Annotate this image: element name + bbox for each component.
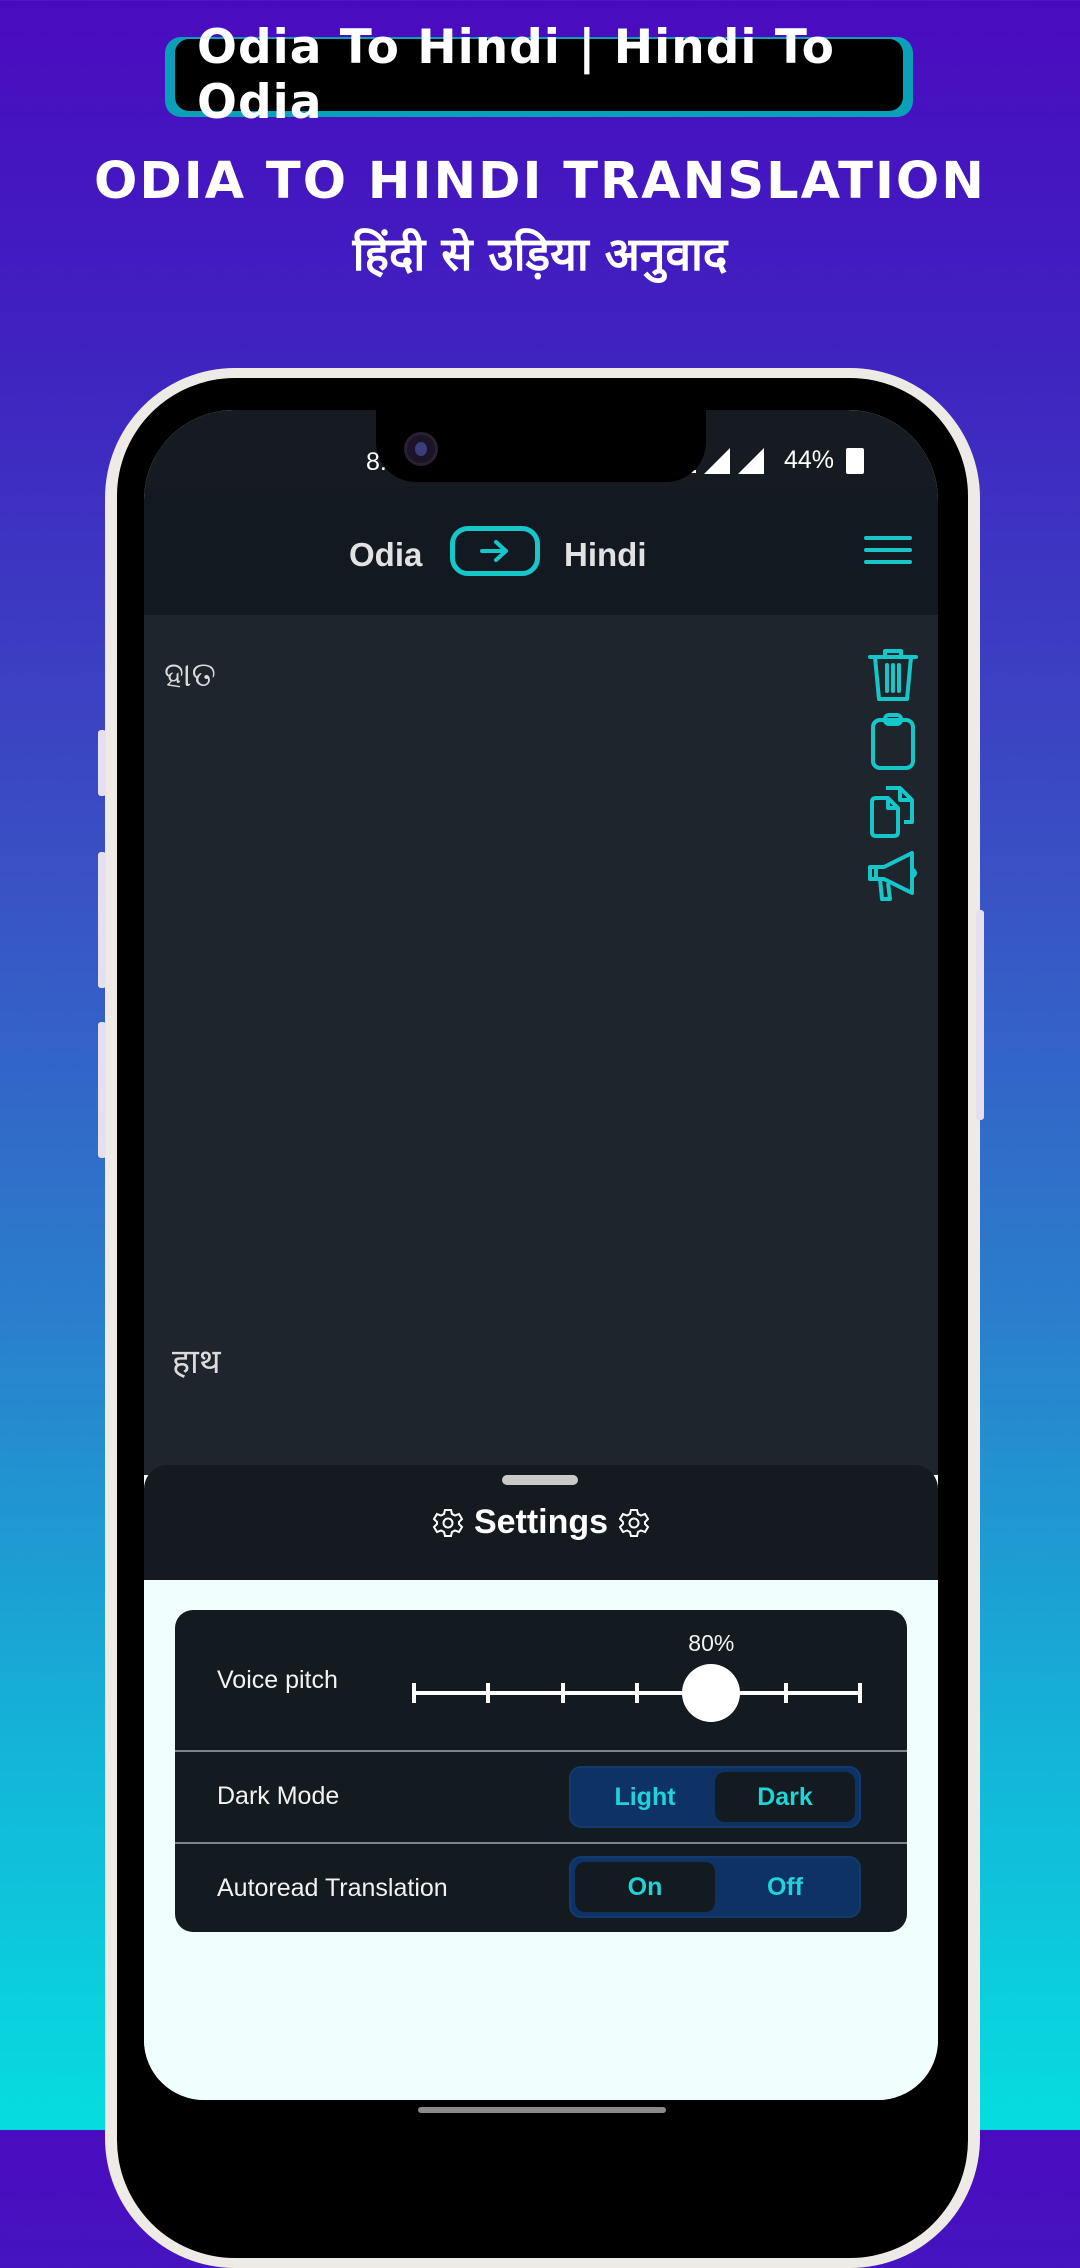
battery-icon — [846, 447, 865, 474]
settings-title-text: Settings — [473, 1503, 609, 1541]
source-text-input[interactable]: ହାତ — [164, 655, 216, 695]
autoread-option-off[interactable]: Off — [715, 1862, 855, 1912]
status-icons: 44% — [684, 446, 865, 475]
copy-icon — [870, 786, 914, 838]
swap-languages-button[interactable] — [450, 526, 540, 576]
home-indicator[interactable] — [418, 2107, 666, 2113]
app-header: Odia Hindi — [144, 490, 938, 615]
battery-percent: 44% — [784, 446, 835, 474]
source-language-button[interactable]: Odia — [349, 536, 422, 574]
megaphone-icon — [868, 851, 917, 901]
promo-subheadline: हिंदी से उड़िया अनुवाद — [352, 227, 728, 281]
target-language-button[interactable]: Hindi — [564, 536, 646, 574]
clipboard-icon — [871, 713, 915, 770]
voice-pitch-slider[interactable] — [412, 1664, 862, 1722]
signal-icon — [704, 447, 730, 474]
settings-card: Voice pitch 80% Dark Mode Light Dark Aut… — [175, 1610, 907, 1932]
phone-screen: 8. 44% Odia Hindi ହାତ हाथ Settings Voice… — [144, 410, 938, 2100]
slider-tick — [635, 1683, 639, 1703]
settings-title: Settings — [144, 1503, 938, 1542]
autoread-row: Autoread Translation On Off — [175, 1844, 907, 1932]
promo-headline: ODIA TO HINDI TRANSLATION — [94, 152, 986, 211]
copy-button[interactable] — [866, 780, 920, 840]
hamburger-menu-icon[interactable] — [864, 536, 912, 566]
slider-tick — [858, 1683, 862, 1703]
slider-tick — [412, 1683, 416, 1703]
translation-area: ହାତ हाथ — [144, 615, 938, 1475]
slider-tick — [783, 1683, 788, 1703]
autoread-toggle: On Off — [569, 1856, 861, 1918]
arrow-right-icon — [480, 540, 508, 562]
status-bar: 8. 44% — [144, 410, 938, 490]
signal-icon — [738, 447, 764, 474]
paste-button[interactable] — [866, 712, 920, 772]
autoread-label: Autoread Translation — [217, 1874, 448, 1902]
drag-handle[interactable] — [502, 1475, 578, 1485]
slider-tick — [486, 1683, 491, 1703]
dark-mode-toggle: Light Dark — [569, 1766, 861, 1828]
autoread-option-on[interactable]: On — [575, 1862, 715, 1912]
voice-pitch-value: 80% — [688, 1630, 735, 1656]
front-camera — [404, 432, 438, 466]
gear-icon — [432, 1508, 464, 1537]
app-title-banner: Odia To Hindi | Hindi To Odia — [165, 20, 913, 130]
slider-tick — [560, 1683, 565, 1703]
delete-button[interactable] — [866, 645, 920, 705]
dark-mode-option-light[interactable]: Light — [575, 1772, 715, 1822]
phone-side-button — [976, 910, 984, 1120]
voice-pitch-label: Voice pitch — [217, 1666, 338, 1694]
settings-sheet-header[interactable]: Settings — [144, 1465, 938, 1580]
translated-text-output: हाथ — [172, 1342, 221, 1382]
dark-mode-label: Dark Mode — [217, 1782, 340, 1810]
gear-icon — [618, 1508, 650, 1537]
app-title-text: Odia To Hindi | Hindi To Odia — [175, 20, 903, 130]
slider-thumb[interactable] — [682, 1664, 741, 1722]
speak-button[interactable] — [866, 847, 920, 907]
dark-mode-row: Dark Mode Light Dark — [175, 1752, 907, 1842]
phone-side-button — [98, 1022, 106, 1158]
phone-side-button — [98, 730, 106, 796]
phone-side-button — [98, 852, 106, 988]
voice-pitch-row: Voice pitch 80% — [175, 1610, 907, 1750]
dark-mode-option-dark[interactable]: Dark — [715, 1772, 855, 1822]
trash-icon — [868, 649, 918, 701]
